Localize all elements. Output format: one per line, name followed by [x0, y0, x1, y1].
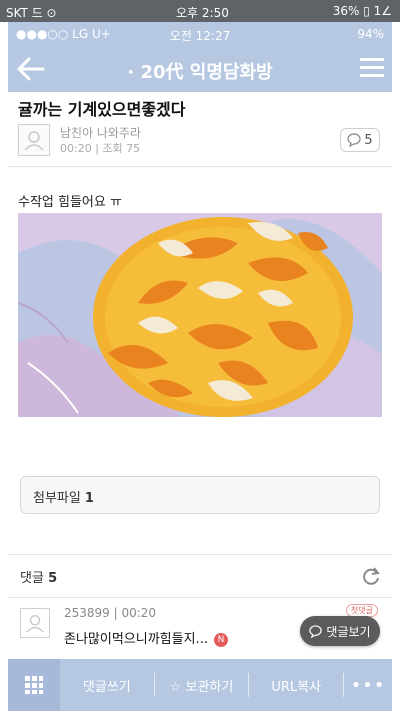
commenter-id-value: 253899	[64, 606, 110, 620]
comment-count-button[interactable]: 5	[340, 128, 380, 152]
comments-count: 5	[48, 571, 58, 586]
commenter-avatar-icon	[20, 608, 50, 638]
author-avatar-icon[interactable]	[18, 124, 50, 156]
refresh-icon[interactable]	[360, 565, 382, 587]
comments-header: 댓글 5	[8, 554, 392, 598]
post-photo[interactable]	[18, 213, 382, 417]
more-options-icon[interactable]: •••	[344, 675, 392, 696]
copy-url-button[interactable]: URL복사	[249, 676, 343, 695]
post-time: 00:20 | 조회 75	[60, 142, 141, 155]
post-meta: 남친아 나와주라 00:20 | 조회 75 5	[8, 122, 392, 166]
comment-count-value: 5	[364, 132, 373, 148]
comments-label-text: 댓글	[20, 571, 44, 586]
comment-text: 존나많이먹으니까힘들지... N	[64, 628, 228, 647]
inner-clock: 오전 12:27	[169, 29, 231, 43]
post-time-value: 00:20	[60, 142, 92, 155]
save-label: 보관하기	[185, 679, 234, 695]
battery-text: 36% ▯ 1∠	[332, 4, 392, 18]
speech-bubble-icon	[347, 133, 361, 147]
carrier-text: SKT 드 ⊙	[6, 6, 57, 20]
grid-menu-icon[interactable]	[8, 659, 60, 711]
attachment-button[interactable]: 첨부파일 1	[20, 476, 380, 514]
view-comments-label: 댓글보기	[326, 624, 371, 639]
comment-text-value: 존나많이먹으니까힘들지...	[64, 632, 208, 647]
inner-status-bar: ●●●○○ LG U+ 오전 12:27 94%	[8, 22, 392, 46]
clock-text: 오후 2:50	[176, 6, 229, 20]
post-body: 수작업 힘들어요 ㅠ	[18, 195, 122, 210]
attachment-label: 첨부파일	[33, 491, 81, 506]
comments-label: 댓글 5	[20, 567, 57, 586]
device-status-bar: SKT 드 ⊙ 오후 2:50 36% ▯ 1∠	[0, 0, 400, 22]
divider	[8, 166, 392, 167]
attachment-count: 1	[84, 491, 94, 506]
view-count: 조회 75	[102, 142, 141, 155]
view-comments-button[interactable]: 댓글보기	[300, 616, 380, 646]
post-title: 귤까는 기계있으면좋겠다	[18, 100, 186, 119]
inner-battery: 94%	[357, 27, 384, 41]
write-comment-button[interactable]: 댓글쓰기	[60, 676, 154, 695]
comment-time: 00:20	[121, 606, 157, 620]
app-header: · 20代 익명담화방	[8, 46, 392, 92]
app-frame: ●●●○○ LG U+ 오전 12:27 94% · 20代 익명담화방 귤까는…	[8, 22, 392, 711]
save-button[interactable]: ☆ 보관하기	[155, 676, 249, 695]
new-badge-icon: N	[213, 632, 228, 647]
star-icon: ☆	[169, 679, 182, 695]
page-title: · 20代 익명담화방	[127, 62, 273, 83]
bottom-toolbar: 댓글쓰기 ☆ 보관하기 URL복사 •••	[8, 659, 392, 711]
hamburger-menu-icon[interactable]	[360, 58, 384, 80]
author-name[interactable]: 남친아 나와주라	[60, 124, 141, 141]
commenter-id: 253899 | 00:20	[64, 606, 157, 620]
speech-bubble-icon	[309, 624, 323, 638]
